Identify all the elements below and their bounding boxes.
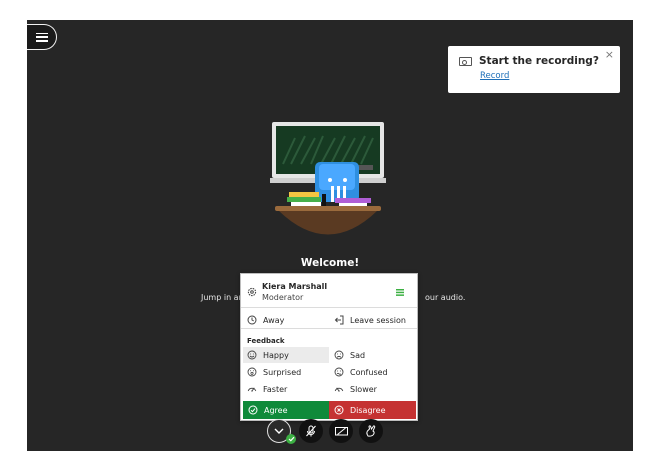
hand-icon xyxy=(366,425,376,437)
agree-button[interactable]: Agree xyxy=(243,401,329,419)
faster-option[interactable]: Faster xyxy=(247,382,287,396)
disagree-label: Disagree xyxy=(350,405,386,415)
clock-icon xyxy=(247,315,257,325)
menu-icon xyxy=(35,32,48,42)
slower-option[interactable]: Slower xyxy=(334,382,377,396)
welcome-title: Welcome! xyxy=(300,257,360,269)
session-stage: Start the recording? Record × Welcome! J… xyxy=(27,20,633,451)
grid-status-icon xyxy=(396,289,404,296)
confused-option[interactable]: Confused xyxy=(334,365,388,379)
camera-button[interactable] xyxy=(329,419,353,443)
faster-icon xyxy=(247,387,257,392)
camera-off-icon xyxy=(334,427,348,436)
away-option[interactable]: Away xyxy=(247,313,284,327)
user-role: Moderator xyxy=(262,293,304,302)
status-check-badge xyxy=(286,434,296,444)
happy-option[interactable]: Happy xyxy=(247,348,289,362)
menu-button[interactable] xyxy=(27,24,57,50)
microphone-button[interactable] xyxy=(299,419,323,443)
surprised-option[interactable]: Surprised xyxy=(247,365,301,379)
record-link[interactable]: Record xyxy=(480,71,509,81)
surprised-label: Surprised xyxy=(263,367,302,377)
feedback-heading: Feedback xyxy=(247,337,285,345)
sad-option[interactable]: Sad xyxy=(334,348,365,362)
sad-face-icon xyxy=(334,350,344,360)
exit-icon xyxy=(334,315,344,325)
faster-label: Faster xyxy=(263,384,288,394)
classroom-illustration xyxy=(270,122,386,235)
surprised-face-icon xyxy=(247,367,257,377)
slower-label: Slower xyxy=(350,384,377,394)
sad-label: Sad xyxy=(350,350,366,360)
x-circle-icon xyxy=(334,405,344,415)
leave-session-option[interactable]: Leave session xyxy=(334,313,406,327)
slower-icon xyxy=(334,387,344,392)
gear-icon[interactable] xyxy=(247,287,257,297)
disagree-button[interactable]: Disagree xyxy=(329,401,416,419)
my-status-button[interactable] xyxy=(267,419,296,444)
camera-icon xyxy=(459,57,472,66)
close-icon[interactable]: × xyxy=(605,48,614,61)
status-options-row: Away Leave session xyxy=(241,311,417,329)
recording-notification: Start the recording? Record × xyxy=(448,46,620,93)
check-icon xyxy=(288,436,294,442)
user-name: Kiera Marshall xyxy=(262,282,328,291)
happy-label: Happy xyxy=(263,350,289,360)
raise-hand-button[interactable] xyxy=(359,419,383,443)
chevron-down-icon xyxy=(274,428,284,434)
user-info-row: Kiera Marshall Moderator xyxy=(241,274,417,308)
welcome-text-left: Jump in ar xyxy=(201,293,242,302)
welcome-text-right: our audio. xyxy=(425,293,466,302)
confused-face-icon xyxy=(334,367,344,377)
check-circle-icon xyxy=(248,405,258,415)
confused-label: Confused xyxy=(350,367,388,377)
recording-title: Start the recording? xyxy=(479,55,599,67)
away-label: Away xyxy=(263,315,285,325)
status-feedback-menu: Kiera Marshall Moderator Away Leave sess… xyxy=(240,273,418,421)
leave-session-label: Leave session xyxy=(350,315,406,325)
agree-label: Agree xyxy=(264,405,288,415)
happy-face-icon xyxy=(247,350,257,360)
mic-off-icon xyxy=(306,425,316,437)
